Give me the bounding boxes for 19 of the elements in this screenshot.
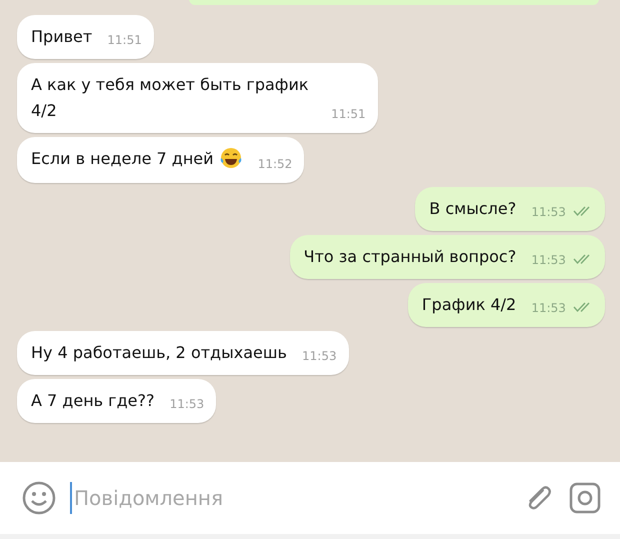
message-text: График 4/2 xyxy=(422,294,516,316)
message-time: 11:53 xyxy=(302,349,337,363)
message-time: 11:52 xyxy=(258,157,292,171)
message-time: 11:53 xyxy=(531,205,566,219)
message-time: 11:51 xyxy=(107,33,142,47)
message-text: Привет xyxy=(31,26,92,48)
message-text: Если в неделе 7 дней xyxy=(31,148,214,170)
message-text: Ну 4 работаешь, 2 отдыхаешь xyxy=(31,342,287,364)
message-text: В смысле? xyxy=(429,198,516,220)
emoji-icon[interactable] xyxy=(22,481,56,515)
message-text: А 7 день где?? xyxy=(31,390,154,412)
message-time: 11:53 xyxy=(170,397,204,411)
message-time: 11:53 xyxy=(531,253,566,267)
message-time: 11:53 xyxy=(531,301,566,315)
camera-icon[interactable] xyxy=(568,481,602,515)
message-input[interactable]: Повідомлення xyxy=(70,482,508,514)
message-text: А как у тебя может быть график 4/2 xyxy=(31,74,310,122)
message-text: Что за странный вопрос? xyxy=(304,246,516,268)
message-time: 11:51 xyxy=(331,107,366,121)
